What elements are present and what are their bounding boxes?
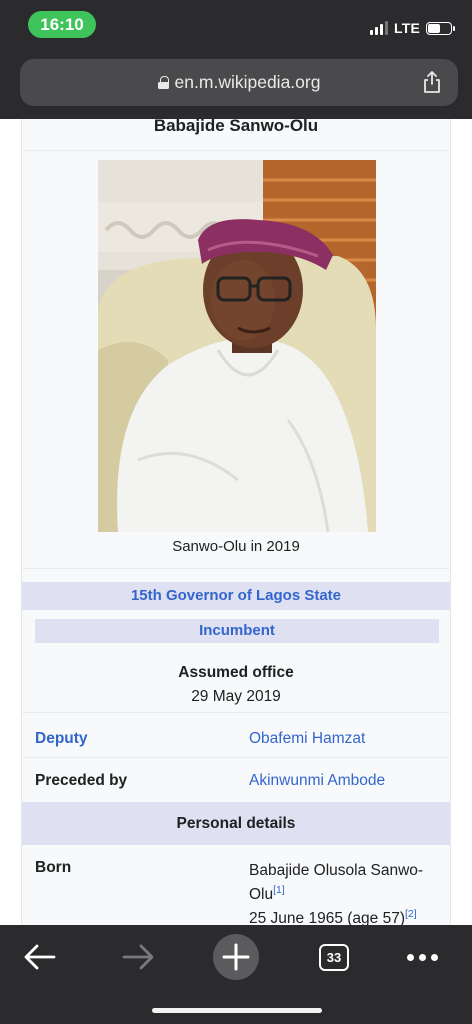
preceded-by-label: Preceded by <box>35 772 128 789</box>
share-icon[interactable] <box>422 70 442 94</box>
forward-button[interactable] <box>116 935 160 979</box>
reference-link[interactable]: [1] <box>273 884 285 896</box>
infobox-title: Babajide Sanwo-Olu <box>153 119 319 135</box>
portrait-image[interactable] <box>98 160 376 532</box>
incumbent-link[interactable]: Incumbent <box>35 619 439 643</box>
plus-icon <box>213 934 259 980</box>
divider <box>22 757 450 758</box>
battery-icon <box>426 21 455 35</box>
more-button[interactable] <box>402 935 442 979</box>
assumed-office-label: Assumed office <box>178 664 294 681</box>
more-icon <box>406 953 438 961</box>
assumed-office-date: 29 May 2019 <box>191 688 281 705</box>
browser-toolbar: 33 <box>0 925 472 1024</box>
url-text: en.m.wikipedia.org <box>174 72 321 92</box>
personal-details-heading: Personal details <box>22 802 450 845</box>
wikipedia-page[interactable]: Babajide Sanwo-Olu Sanwo-Olu in 2019 15t… <box>0 119 472 925</box>
born-date: 25 June 1965 (age 57) <box>249 910 405 925</box>
browser-top-bar: 16:10 LTE en.m.wikipedia.org <box>0 0 472 119</box>
reference-link[interactable]: [2] <box>405 908 417 920</box>
infobox: Babajide Sanwo-Olu Sanwo-Olu in 2019 15t… <box>21 119 451 925</box>
preceded-by-link[interactable]: Akinwunmi Ambode <box>249 772 385 790</box>
address-bar[interactable]: en.m.wikipedia.org <box>20 59 458 106</box>
network-label: LTE <box>393 20 420 36</box>
new-tab-button[interactable] <box>212 934 260 980</box>
home-indicator[interactable] <box>152 1008 322 1013</box>
born-label: Born <box>35 859 72 876</box>
status-indicators: LTE <box>369 18 455 38</box>
back-arrow-icon <box>24 944 56 970</box>
signal-icon <box>369 21 388 35</box>
back-button[interactable] <box>18 935 62 979</box>
tabs-icon: 33 <box>319 943 349 971</box>
deputy-label-link[interactable]: Deputy <box>35 730 88 748</box>
divider <box>22 150 450 151</box>
image-caption: Sanwo-Olu in 2019 <box>172 538 300 555</box>
status-time: 16:10 <box>28 11 96 38</box>
divider <box>22 712 450 713</box>
lock-icon <box>157 76 169 89</box>
deputy-value-link[interactable]: Obafemi Hamzat <box>249 730 365 748</box>
forward-arrow-icon <box>122 944 154 970</box>
url-display[interactable]: en.m.wikipedia.org <box>20 59 458 106</box>
office-heading-link[interactable]: 15th Governor of Lagos State <box>22 582 450 610</box>
divider <box>22 568 450 569</box>
born-value: Babajide Olusola Sanwo-Olu[1] 25 June 19… <box>249 859 444 925</box>
born-name: Babajide Olusola Sanwo-Olu <box>249 862 424 903</box>
tabs-button[interactable]: 33 <box>316 935 352 979</box>
